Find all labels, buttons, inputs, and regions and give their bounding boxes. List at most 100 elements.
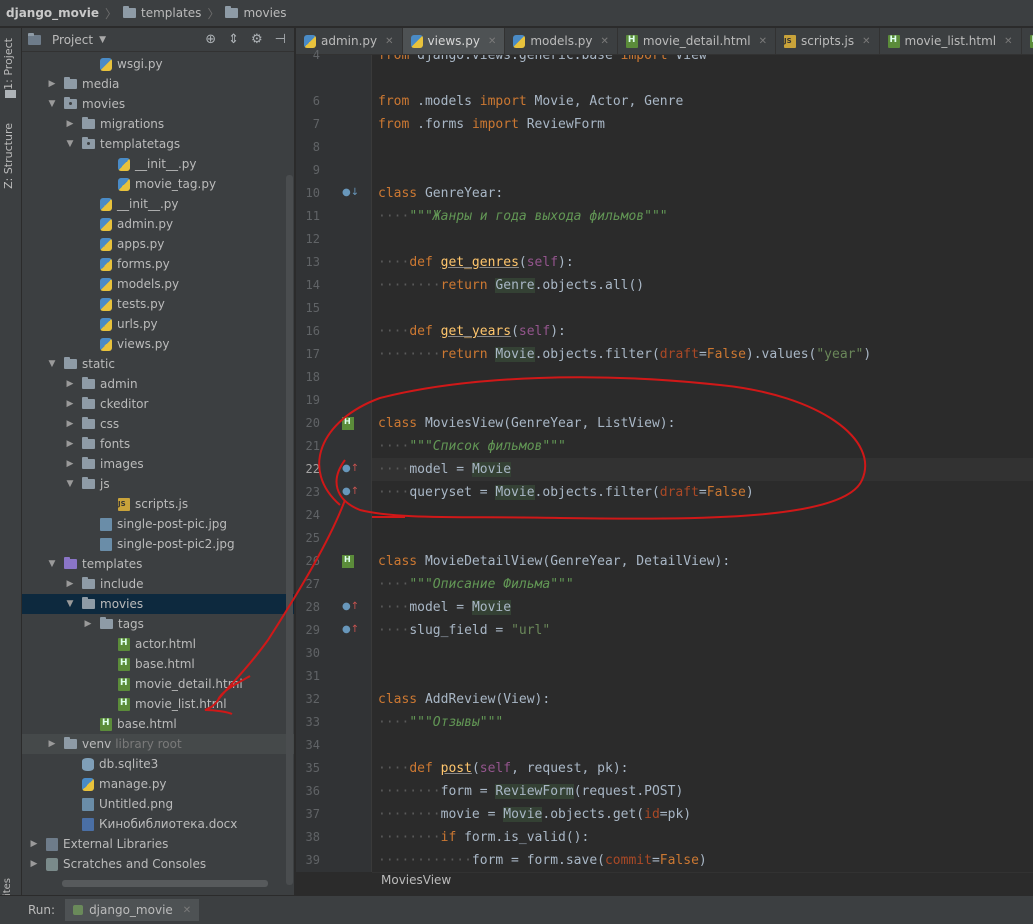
overrides-icon[interactable]: ●↑ [342, 463, 359, 474]
close-icon[interactable]: ✕ [759, 36, 767, 47]
tree-item[interactable]: forms.py [22, 254, 294, 274]
tab-sidebar[interactable]: sidebar [1022, 28, 1033, 54]
code-line[interactable]: ········return Movie.objects.filter(draf… [378, 343, 871, 366]
close-icon[interactable]: ✕ [385, 36, 393, 47]
code-line[interactable]: from .models import Movie, Actor, Genre [378, 90, 683, 113]
chevron-right-icon[interactable]: ▶ [46, 739, 58, 749]
horizontal-scrollbar[interactable] [62, 880, 268, 887]
tree-item[interactable]: ▶ venv library root [22, 734, 294, 754]
tree-item[interactable]: ▶ admin [22, 374, 294, 394]
chevron-right-icon[interactable]: ▶ [64, 579, 76, 589]
chevron-down-icon[interactable]: ▼ [99, 35, 106, 45]
tree-item[interactable]: ▶ fonts [22, 434, 294, 454]
close-icon[interactable]: ✕ [183, 905, 191, 916]
breadcrumb-templates[interactable]: templates [123, 6, 201, 20]
tree-item[interactable]: base.html [22, 654, 294, 674]
tab-models-py[interactable]: models.py ✕ [505, 28, 618, 54]
close-icon[interactable]: ✕ [1004, 36, 1012, 47]
tab-movie_detail-html[interactable]: movie_detail.html ✕ [618, 28, 777, 54]
tree-item[interactable]: scripts.js [22, 494, 294, 514]
tree-item[interactable]: wsgi.py [22, 54, 294, 74]
code-line[interactable]: ····queryset = Movie.objects.filter(draf… [378, 481, 754, 504]
chevron-down-icon[interactable]: ▼ [46, 559, 58, 569]
tab-structure-tool[interactable]: Z: Structure [2, 123, 15, 189]
tree-item[interactable]: movie_list.html [22, 694, 294, 714]
code-line[interactable]: class AddReview(View): [378, 688, 550, 711]
tree-item[interactable]: ▼ static [22, 354, 294, 374]
tab-project-tool[interactable]: 1: Project [2, 38, 15, 90]
code-line[interactable]: from .forms import ReviewForm [378, 113, 605, 136]
tab-movie_list-html[interactable]: movie_list.html ✕ [880, 28, 1022, 54]
related-template-icon[interactable]: H [342, 417, 354, 433]
tree-item[interactable]: ▼ templates [22, 554, 294, 574]
chevron-down-icon[interactable]: ▼ [64, 139, 76, 149]
code-line[interactable]: ····def get_genres(self): [378, 251, 574, 274]
code-line[interactable]: ········form = ReviewForm(request.POST) [378, 780, 683, 803]
code-line[interactable]: ····"""Жанры и года выхода фильмов""" [378, 205, 668, 228]
project-view-selector[interactable]: Project [52, 33, 93, 47]
chevron-right-icon[interactable]: ▶ [64, 379, 76, 389]
chevron-down-icon[interactable]: ▼ [46, 359, 58, 369]
run-tab[interactable]: django_movie ✕ [65, 899, 200, 921]
gear-icon[interactable]: ⚙ [251, 32, 263, 47]
close-icon[interactable]: ✕ [601, 36, 609, 47]
tree-item[interactable]: admin.py [22, 214, 294, 234]
close-icon[interactable]: ✕ [488, 36, 496, 47]
chevron-down-icon[interactable]: ▼ [64, 599, 76, 609]
code-line[interactable]: ········movie = Movie.objects.get(id=pk) [378, 803, 691, 826]
locate-icon[interactable]: ⊕ [205, 32, 216, 47]
tree-item[interactable]: ▶ External Libraries [22, 834, 294, 854]
chevron-right-icon[interactable]: ▶ [64, 419, 76, 429]
tree-item[interactable]: ▶ media [22, 74, 294, 94]
tree-item[interactable]: apps.py [22, 234, 294, 254]
code-line[interactable]: ········return Genre.objects.all() [378, 274, 644, 297]
tree-item[interactable]: movie_tag.py [22, 174, 294, 194]
code-line[interactable]: ········if form.is_valid(): [378, 826, 589, 849]
tree-item[interactable]: single-post-pic2.jpg [22, 534, 294, 554]
chevron-right-icon[interactable]: ▶ [46, 79, 58, 89]
code-line[interactable]: from django.views.generic.base import Vi… [378, 55, 707, 67]
code-line[interactable]: class MoviesView(GenreYear, ListView): [378, 412, 675, 435]
tree-item[interactable]: tests.py [22, 294, 294, 314]
tree-item[interactable]: manage.py [22, 774, 294, 794]
breadcrumb-movies[interactable]: movies [225, 6, 287, 20]
chevron-right-icon[interactable]: ▶ [64, 439, 76, 449]
code-line[interactable]: ····def post(self, request, pk): [378, 757, 628, 780]
tree-item[interactable]: ▶ include [22, 574, 294, 594]
code-line[interactable]: class GenreYear: [378, 182, 503, 205]
tree-item[interactable]: ▶ css [22, 414, 294, 434]
code-line[interactable]: class MovieDetailView(GenreYear, DetailV… [378, 550, 730, 573]
code-line[interactable]: ····"""Описание Фильма""" [378, 573, 574, 596]
tree-item[interactable]: ▶ Scratches and Consoles [22, 854, 294, 874]
code-line[interactable]: ····"""Отзывы""" [378, 711, 503, 734]
editor-breadcrumb[interactable]: MoviesView [372, 872, 1033, 890]
tree-item[interactable]: ▶ migrations [22, 114, 294, 134]
tree-item[interactable]: __init__.py [22, 154, 294, 174]
tab-scripts-js[interactable]: scripts.js ✕ [776, 28, 880, 54]
chevron-right-icon[interactable]: ▶ [64, 459, 76, 469]
chevron-right-icon[interactable]: ▶ [64, 119, 76, 129]
vertical-scrollbar[interactable] [286, 175, 293, 885]
tree-item[interactable]: actor.html [22, 634, 294, 654]
code-line[interactable]: ····model = Movie [378, 596, 512, 619]
tree-item[interactable]: ▼ templatetags [22, 134, 294, 154]
tree-item[interactable]: ▼ js [22, 474, 294, 494]
tree-item[interactable]: ▼ movies [22, 594, 294, 614]
code-line[interactable]: ····slug_field = "url" [378, 619, 550, 642]
close-icon[interactable]: ✕ [862, 36, 870, 47]
related-template-icon[interactable]: H [342, 555, 354, 571]
chevron-right-icon[interactable]: ▶ [28, 859, 40, 869]
tree-item[interactable]: ▶ tags [22, 614, 294, 634]
tree-item[interactable]: movie_detail.html [22, 674, 294, 694]
tree-item[interactable]: models.py [22, 274, 294, 294]
chevron-right-icon[interactable]: ▶ [28, 839, 40, 849]
tree-item[interactable]: base.html [22, 714, 294, 734]
tree-item[interactable]: ▶ images [22, 454, 294, 474]
code-line[interactable]: ····def get_years(self): [378, 320, 566, 343]
code-line[interactable]: ····"""Список фильмов""" [378, 435, 566, 458]
tree-item[interactable]: __init__.py [22, 194, 294, 214]
tree-item[interactable]: views.py [22, 334, 294, 354]
chevron-right-icon[interactable]: ▶ [64, 399, 76, 409]
overrides-icon[interactable]: ●↑ [342, 601, 359, 612]
tab-views-py[interactable]: views.py ✕ [402, 28, 506, 54]
